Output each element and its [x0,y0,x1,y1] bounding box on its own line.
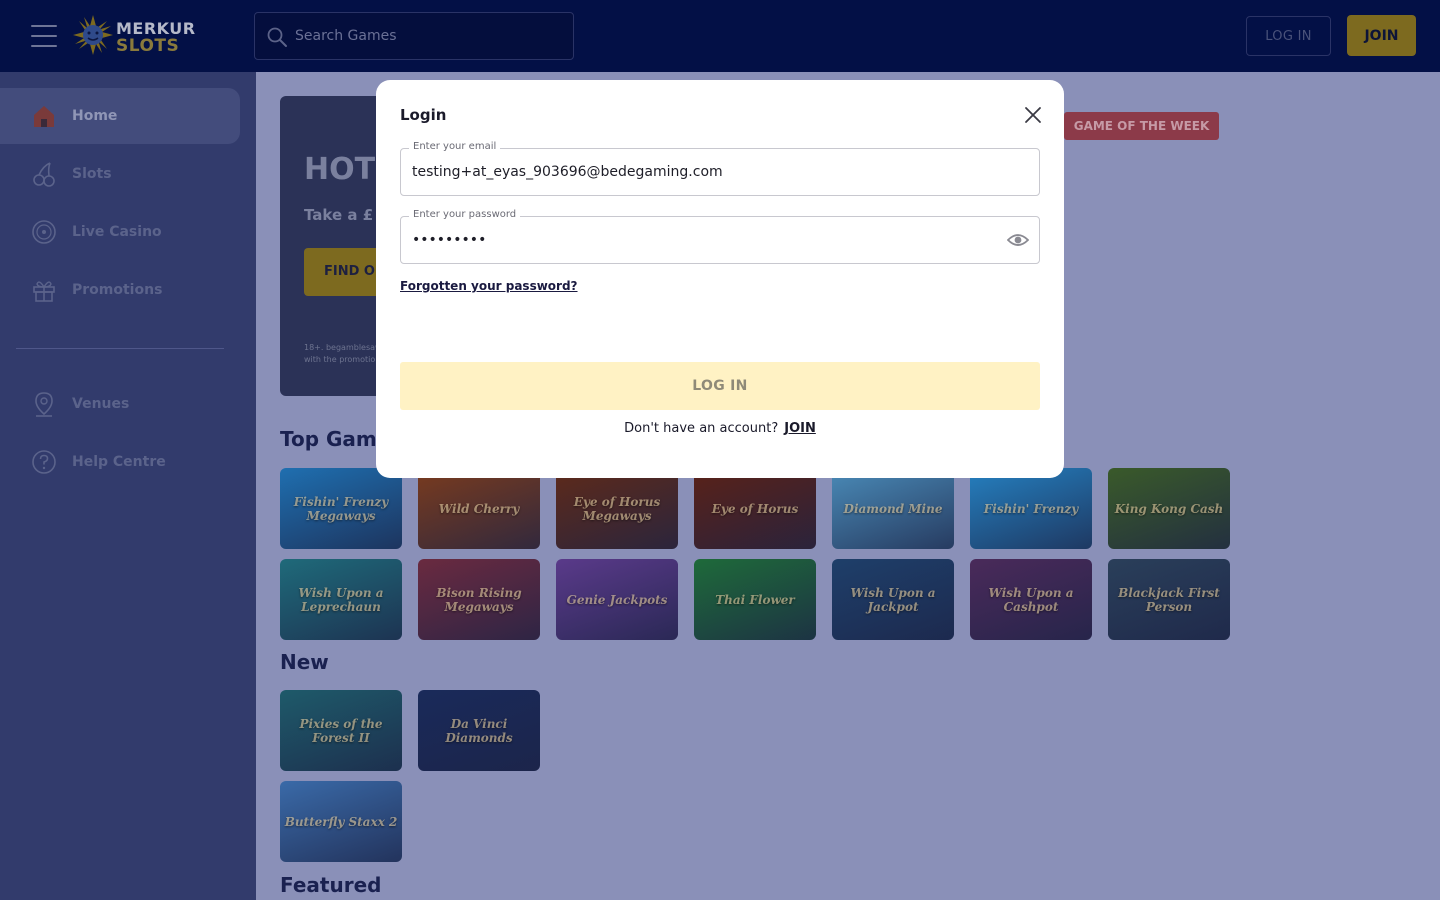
sidebar-item-slots[interactable]: Slots [0,146,240,202]
game-tile[interactable]: Wild Cherry [418,468,540,549]
game-tile-title: Fishin' Frenzy Megaways [293,494,389,523]
password-field[interactable]: Enter your password [400,209,1040,264]
search-icon [267,27,287,47]
game-tile-title: Wish Upon a Jackpot [850,585,936,614]
modal-join-link[interactable]: JOIN [784,421,816,436]
game-tile-title: Blackjack First Person [1118,585,1220,614]
no-account-text: Don't have an account? [624,421,779,436]
game-tile-title: Genie Jackpots [566,592,668,607]
section-title-featured: Featured [280,873,382,897]
game-of-the-week-badge: GAME OF THE WEEK [1064,112,1219,140]
game-tile[interactable]: Wish Upon a Jackpot [832,559,954,640]
game-tile[interactable]: Eye of Horus [694,468,816,549]
help-circle-icon [32,450,56,474]
logo-text-slots: SLOTS [116,36,180,56]
game-tile[interactable]: Pixies of the Forest II [280,690,402,771]
game-tile[interactable]: Genie Jackpots [556,559,678,640]
game-tile-title: Bison Rising Megaways [436,585,522,614]
menu-icon[interactable] [31,25,57,47]
game-tile-title: Diamond Mine [843,501,943,516]
cherries-icon [33,162,55,187]
game-tile[interactable]: King Kong Cash [1108,468,1230,549]
merkur-slots-logo[interactable]: MERKUR SLOTS [72,14,195,58]
password-input[interactable] [412,217,1002,263]
game-tile-title: Butterfly Staxx 2 [284,814,398,829]
house-icon [34,106,54,127]
sidebar-item-promotions[interactable]: Promotions [0,262,240,318]
game-tile[interactable]: Thai Flower [694,559,816,640]
sidebar-item-help-centre[interactable]: Help Centre [0,434,240,490]
sidebar-item-venues[interactable]: Venues [0,376,240,432]
modal-title: Login [400,106,447,124]
game-tile[interactable]: Wish Upon a Leprechaun [280,559,402,640]
sun-logo-icon [73,15,113,55]
game-tile[interactable]: Diamond Mine [832,468,954,549]
sidebar-item-label: Promotions [72,282,163,298]
game-tile[interactable]: Fishin' Frenzy [970,468,1092,549]
game-tile[interactable]: Butterfly Staxx 2 [280,781,402,862]
game-tile[interactable]: Fishin' Frenzy Megaways [280,468,402,549]
email-field[interactable]: Enter your email [400,141,1040,196]
game-tile[interactable]: Wish Upon a Cashpot [970,559,1092,640]
game-tile-title: Thai Flower [715,592,795,607]
header-login-button[interactable]: LOG IN [1246,16,1331,56]
game-tile-title: Eye of Horus Megaways [573,494,661,523]
game-tile-title: Wild Cherry [438,501,520,516]
eye-icon[interactable] [1007,231,1029,249]
login-modal: Login Enter your email Enter your passwo… [376,80,1064,478]
gift-icon [33,281,55,302]
sidebar-item-label: Venues [72,396,130,412]
hero-title: HOT [304,152,376,187]
game-tile-title: Fishin' Frenzy [983,501,1079,516]
roulette-wheel-icon [32,220,56,244]
sidebar-item-label: Help Centre [72,454,166,470]
sidebar-item-home[interactable]: Home [0,88,240,144]
game-tile-title: Eye of Horus [711,501,799,516]
game-tile[interactable]: Da Vinci Diamonds [418,690,540,771]
game-tile-title: Wish Upon a Cashpot [988,585,1074,614]
game-tile-title: Da Vinci Diamonds [445,716,513,745]
forgot-password-link[interactable]: Forgotten your password? [400,279,578,293]
game-tile-title: King Kong Cash [1114,501,1224,516]
game-tile[interactable]: Blackjack First Person [1108,559,1230,640]
top-header: MERKUR SLOTS LOG IN JOIN [0,0,1440,72]
map-pin-icon [35,392,53,417]
section-title-top-games: Top Game [280,427,391,451]
game-tile-title: Pixies of the Forest II [299,716,383,745]
search-box[interactable] [254,12,574,60]
game-tile-title: Wish Upon a Leprechaun [298,585,384,614]
game-tile[interactable]: Bison Rising Megaways [418,559,540,640]
sidebar-item-live-casino[interactable]: Live Casino [0,204,240,260]
header-join-button[interactable]: JOIN [1347,15,1416,56]
hero-subtitle: Take a £ [304,206,374,224]
email-input[interactable] [412,149,1002,195]
sidebar-divider [16,348,224,349]
signup-prompt: Don't have an account? JOIN [376,421,1064,436]
search-input[interactable] [295,13,565,59]
sidebar: Home Slots Live Casino Promotions Venues… [0,72,256,900]
game-tile[interactable]: Eye of Horus Megaways [556,468,678,549]
sidebar-item-label: Slots [72,166,112,182]
section-title-new: New [280,650,329,674]
sidebar-item-label: Live Casino [72,224,162,240]
login-submit-button[interactable]: LOG IN [400,362,1040,410]
sidebar-item-label: Home [72,108,118,124]
close-icon[interactable] [1022,104,1044,126]
